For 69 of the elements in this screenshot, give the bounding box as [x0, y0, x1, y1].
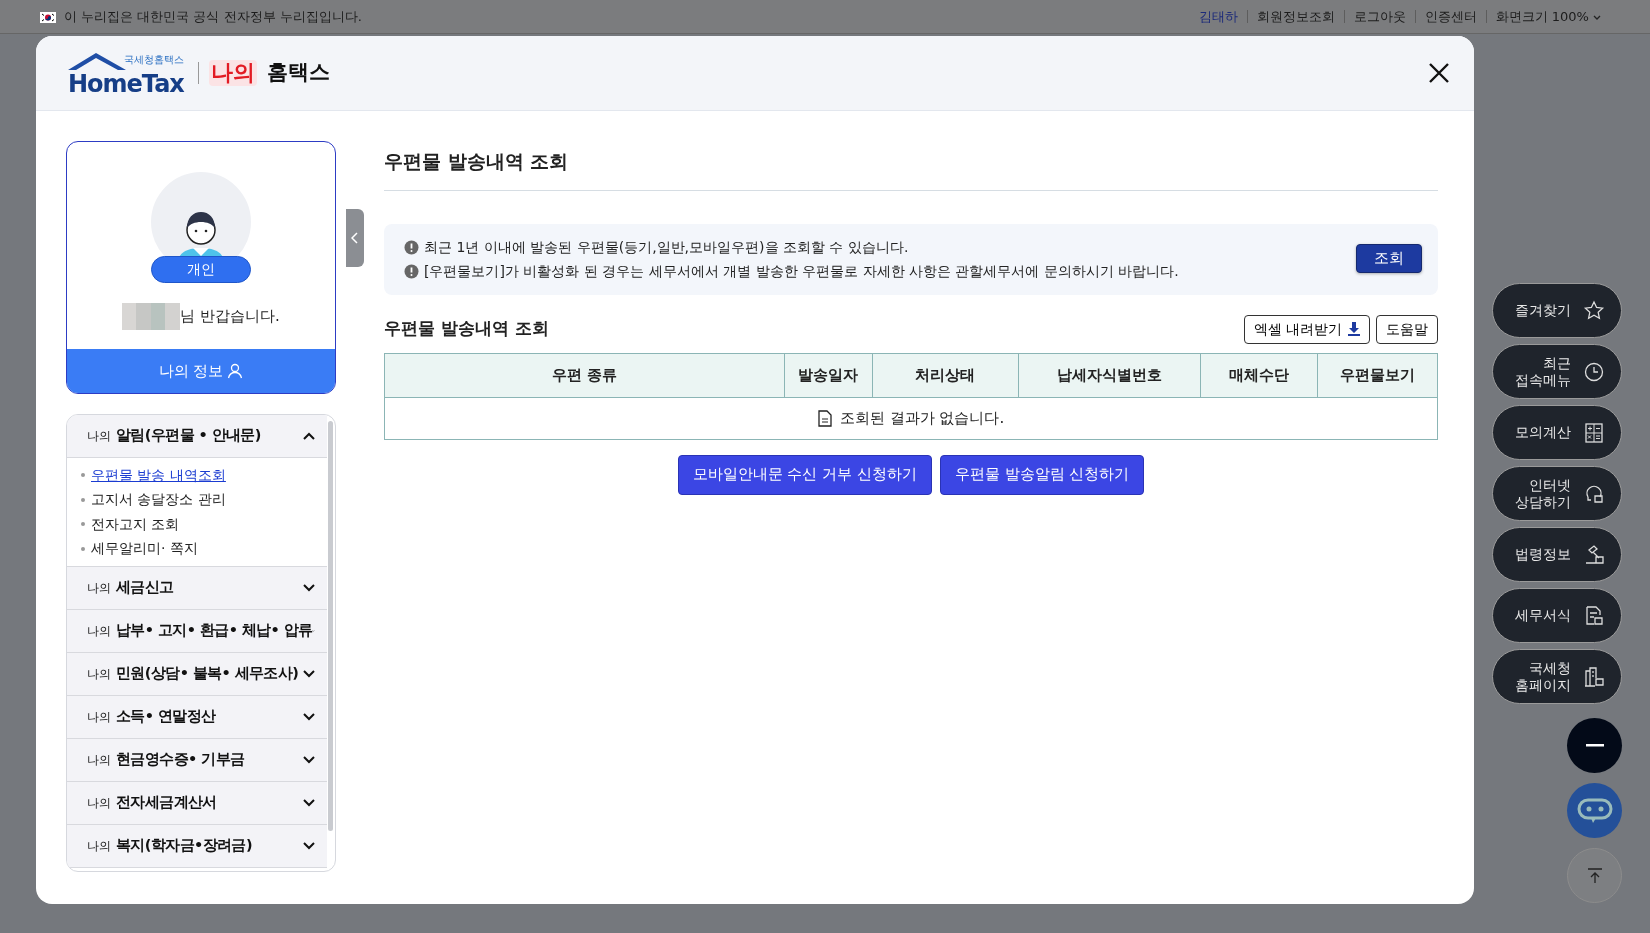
quick-menu-button[interactable]: 인터넷 상담하기	[1492, 466, 1622, 521]
section-title: 우편물 발송내역 조회	[384, 317, 549, 341]
arrow-up-icon	[1587, 867, 1602, 884]
help-button[interactable]: 도움말	[1376, 314, 1438, 344]
hometax-logo: 국세청홈택스 HomeTax	[67, 52, 185, 96]
my-info-button[interactable]: 나의 정보	[67, 349, 335, 393]
submenu-link[interactable]: 고지서 송달장소 관리	[81, 487, 226, 512]
chatbot-button[interactable]	[1567, 783, 1622, 838]
excel-download-button[interactable]: 엑셀 내려받기	[1243, 314, 1370, 344]
page-title: 우편물 발송내역 조회	[384, 147, 1438, 191]
column-header: 우편 종류	[384, 353, 785, 397]
quick-menu-button[interactable]: 법령정보	[1492, 527, 1622, 582]
submenu-link[interactable]: 전자고지 조회	[81, 512, 180, 537]
personal-badge: 개인	[151, 256, 251, 283]
menu-category[interactable]: 나의 소득• 연말정산	[67, 696, 327, 739]
chevron-down-icon	[303, 756, 315, 764]
empty-message: 조회된 결과가 없습니다.	[839, 407, 1005, 429]
modal-title: 홈택스	[267, 59, 330, 87]
redacted-name	[122, 303, 181, 330]
chevron-down-icon	[303, 670, 315, 678]
scrollbar[interactable]	[328, 421, 333, 831]
minus-icon	[1585, 744, 1604, 747]
top-link[interactable]: 회원정보조회	[1246, 10, 1344, 23]
quick-menu-button[interactable]: 즐겨찾기	[1492, 283, 1622, 338]
collapse-button[interactable]	[1567, 718, 1622, 773]
star-icon	[1583, 299, 1605, 322]
chevron-down-icon	[303, 799, 315, 807]
building-icon	[1583, 665, 1605, 688]
search-button[interactable]: 조회	[1356, 244, 1422, 273]
menu-category[interactable]: 나의 복지(학자금•장려금)	[67, 825, 327, 868]
quick-menu-button[interactable]: 최근 접속메뉴	[1492, 344, 1622, 399]
top-link[interactable]: 로그아웃	[1343, 10, 1415, 23]
menu-category[interactable]: 나의 민원(상담• 불복• 세무조사)	[67, 653, 327, 696]
screen-size-dropdown[interactable]: 화면크기 100%	[1485, 10, 1610, 23]
top-link[interactable]: 인증센터	[1414, 10, 1486, 23]
calculator-icon	[1583, 421, 1605, 444]
collapse-handle[interactable]	[346, 209, 364, 267]
menu-category[interactable]: 나의 알림(우편물 • 안내문)	[67, 415, 327, 458]
download-icon	[1348, 322, 1360, 336]
notice-text: [우편물보기]가 비활성화 된 경우는 세무서에서 개별 발송한 우편물로 자세한 사항은 관할세무서에 문의하시기 바랍니다.	[424, 261, 1179, 281]
greeting-text: 님 반갑습니다.	[180, 306, 280, 328]
submenu-link[interactable]: 세무알리미· 쪽지	[81, 536, 198, 561]
document-icon	[1583, 604, 1605, 627]
close-icon[interactable]	[1428, 62, 1450, 84]
caret-icon	[1593, 14, 1601, 21]
action-button[interactable]: 모바일안내문 수신 거부 신청하기	[677, 454, 932, 495]
action-button[interactable]: 우편물 발송알림 신청하기	[939, 454, 1145, 495]
notice-text: 최근 1년 이내에 발송된 우편물(등기,일반,모바일우편)을 조회할 수 있습니다.	[424, 237, 909, 257]
column-header: 납세자식별번호	[1018, 353, 1201, 397]
quick-menu-button[interactable]: 국세청 홈페이지	[1492, 649, 1622, 704]
column-header: 발송일자	[784, 353, 872, 397]
gavel-icon	[1583, 543, 1605, 566]
chevron-down-icon	[303, 842, 315, 850]
title-accent: 나의	[209, 60, 257, 86]
menu-category[interactable]: 나의 현금영수증• 기부금	[67, 739, 327, 782]
chevron-up-icon	[303, 432, 315, 440]
government-notice: 이 누리집은 대한민국 공식 전자정부 누리집입니다.	[64, 7, 362, 26]
chevron-down-icon	[303, 584, 315, 592]
quick-menu-button[interactable]: 모의계산	[1492, 405, 1622, 460]
column-header: 매체수단	[1200, 353, 1318, 397]
user-icon	[227, 363, 244, 379]
column-header: 우편물보기	[1317, 353, 1438, 397]
menu-category[interactable]: 나의 전자세금계산서	[67, 782, 327, 825]
menu-category[interactable]: 나의 납부• 고지• 환급• 체납• 압류	[67, 610, 327, 653]
menu-category[interactable]: 나의 세금신고	[67, 567, 327, 610]
clock-icon	[1583, 360, 1605, 383]
chevron-down-icon	[303, 713, 315, 721]
column-header: 처리상태	[872, 353, 1019, 397]
quick-menu-button[interactable]: 세무서식	[1492, 588, 1622, 643]
